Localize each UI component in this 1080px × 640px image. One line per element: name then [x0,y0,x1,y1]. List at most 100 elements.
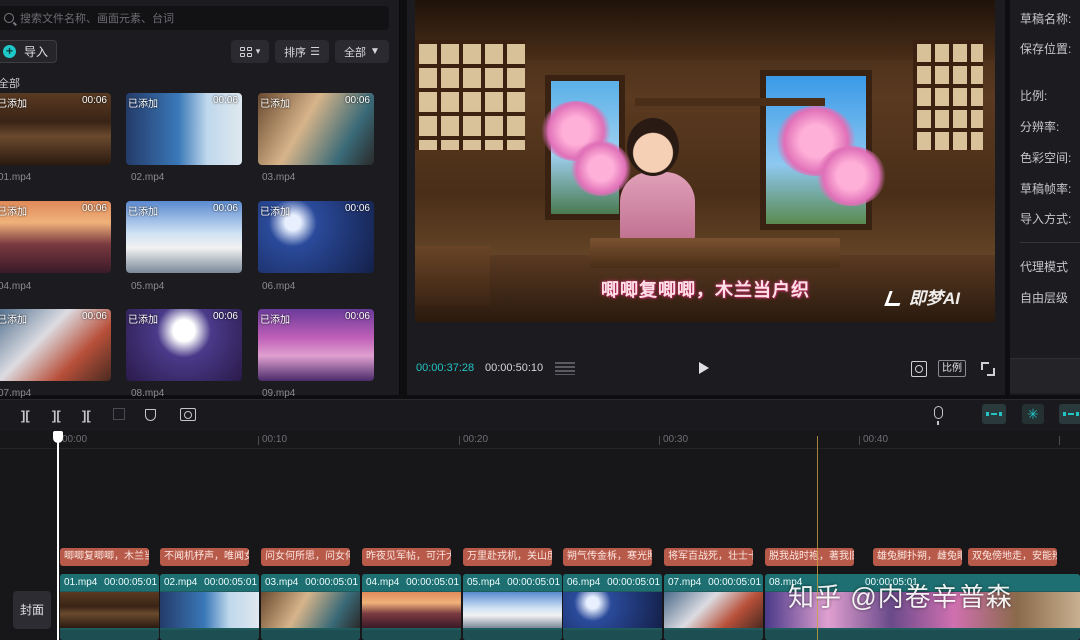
time-ruler[interactable] [0,431,1080,449]
media-clip[interactable]: 已添加 00:06 [258,201,374,273]
text-clip[interactable]: 将军百战死，壮士十年归 [664,548,753,566]
import-button[interactable]: + 导入 [0,40,57,63]
media-clip[interactable]: 已添加 00:06 [258,309,374,381]
clip-duration: 00:06 [212,203,238,214]
ruler-label: 00:30 [663,434,689,445]
text-clip[interactable]: 雄兔脚扑朔，雌兔眼迷离 [873,548,962,566]
added-badge: 已添加 [260,207,290,218]
cover-button[interactable]: 封面 [13,591,51,629]
preview-axis-icon[interactable]: ✳ [1022,404,1044,424]
clip-duration: 00:06 [344,95,370,106]
text-clip[interactable]: 问女何所思，问女何所忆 [261,548,350,566]
shield-icon[interactable] [145,409,156,421]
text-clip[interactable]: 昨夜见军帖，可汗大点兵 [362,548,451,566]
clip-name: 09.mp4 [262,388,296,399]
ratio-button[interactable]: 比例 [938,360,966,377]
prop-resolution: 分辨率: [1020,120,1060,134]
character [627,118,679,176]
window-view [541,75,631,220]
total-timecode: 00:00:50:10 [485,362,544,374]
video-clip[interactable]: 05.mp4 00:00:05:01 [463,574,562,640]
link-icon[interactable] [1059,404,1080,424]
delete-icon[interactable] [113,408,125,420]
clip-name: 01.mp4 [0,172,32,183]
split-right-icon[interactable]: ][ [82,408,91,423]
prop-ratio: 比例: [1020,89,1048,103]
ruler-label: 00:40 [863,434,889,445]
grid-view-icon [239,46,252,57]
view-mode-button[interactable]: ▾ [231,40,269,63]
prop-save-location: 保存位置: [1020,42,1072,56]
draft-properties-panel [1010,0,1080,395]
clip-duration: 00:06 [344,203,370,214]
clip-duration: 00:06 [344,311,370,322]
text-clip[interactable]: 唧唧复唧唧，木兰当户织 [60,548,149,566]
ruler-label: 00:20 [463,434,489,445]
clip-thumbnail-strip [261,592,360,628]
playhead[interactable] [57,440,59,640]
text-clip[interactable]: 万里赴戎机，关山度若飞 [463,548,552,566]
clip-name: 05.mp4 [131,281,165,292]
import-label: 导入 [24,45,49,59]
media-clip[interactable]: 已添加 00:06 [258,93,374,165]
ruler-label: 00:00 [62,434,88,445]
media-clip[interactable]: 已添加 00:06 [126,201,242,273]
ruler-label: 00:10 [262,434,288,445]
text-clip[interactable]: 朔气传金柝，寒光照铁衣 [563,548,652,566]
ai-watermark: 即梦AI [887,284,960,309]
split-left-icon[interactable]: ][ [52,408,61,423]
video-preview[interactable]: 唧唧复唧唧，木兰当户织 即梦AI [415,0,995,322]
added-badge: 已添加 [128,99,158,110]
added-badge: 已添加 [128,207,158,218]
added-badge: 已添加 [260,99,290,110]
video-editor-app: 搜索文件名称、画面元素、台词 + 导入 ▾ 排序 ☰ 全部 ▼ 全部 已添加 0… [0,0,1080,640]
window-view [760,70,886,230]
character [620,172,695,242]
screenshot-icon[interactable] [180,408,196,421]
section-label: 全部 [0,78,20,90]
snap-icon[interactable] [982,404,1006,424]
search-input[interactable]: 搜索文件名称、画面元素、台词 [0,6,389,30]
clip-name: 06.mp4 [262,281,296,292]
split-icon[interactable]: ][ [21,408,30,423]
search-placeholder: 搜索文件名称、画面元素、台词 [20,13,174,25]
media-clip[interactable]: 已添加 00:06 [0,309,111,381]
clip-name: 03.mp4 [262,172,296,183]
video-clip[interactable]: 01.mp4 00:00:05:01 [60,574,159,640]
video-clip[interactable]: 06.mp4 00:00:05:01 [563,574,662,640]
video-clip[interactable]: 04.mp4 00:00:05:01 [362,574,461,640]
text-clip[interactable]: 不闻机杼声，唯闻女叹息 [160,548,249,566]
clip-name: 04.mp4 [0,281,32,292]
prop-color-space: 色彩空间: [1020,151,1072,165]
media-clip[interactable]: 已添加 00:06 [0,93,111,165]
clip-thumbnail-strip [60,592,159,628]
sort-button[interactable]: 排序 ☰ [275,40,329,63]
sort-label: 排序 [284,46,307,59]
text-clip[interactable]: 双兔傍地走，安能辨我是雄雌 [968,548,1057,566]
video-clip[interactable]: 03.mp4 00:00:05:01 [261,574,360,640]
zoom-fit-icon[interactable] [911,361,927,377]
media-clip[interactable]: 已添加 00:06 [126,93,242,165]
clip-name: 02.mp4 [131,172,165,183]
fullscreen-icon[interactable] [981,362,995,376]
clip-thumbnail-strip [664,592,763,628]
clip-duration: 00:06 [81,95,107,106]
clip-thumbnail-strip [563,592,662,628]
play-button[interactable] [699,362,709,374]
current-timecode: 00:00:37:28 [416,362,475,374]
timeline-list-icon[interactable] [555,362,575,375]
media-clip[interactable]: 已添加 00:06 [0,201,111,273]
preview-panel: 唧唧复唧唧，木兰当户织 即梦AI [407,0,1005,395]
clip-duration: 00:06 [212,95,238,106]
filter-icon: ▼ [370,46,380,57]
mic-icon[interactable] [934,406,943,425]
media-clip[interactable]: 已添加 00:06 [126,309,242,381]
video-clip[interactable]: 07.mp4 00:00:05:01 [664,574,763,640]
text-clip[interactable]: 脱我战时袍，著我旧时裳 [765,548,854,566]
playhead-handle[interactable] [53,431,63,443]
zhihu-watermark: 知乎 @内卷辛普森 [788,582,1013,612]
video-clip[interactable]: 02.mp4 00:00:05:01 [160,574,259,640]
clip-duration: 00:06 [81,203,107,214]
filter-button[interactable]: 全部 ▼ [335,40,389,63]
loom [590,238,840,268]
